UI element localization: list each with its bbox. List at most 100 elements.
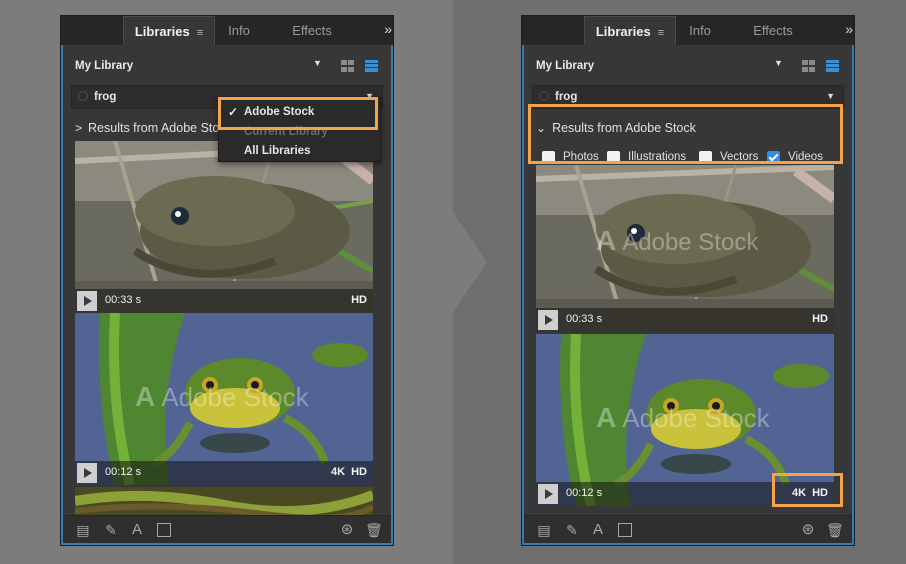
panel-body: My Library ▼ ▼ ⌄ Results from Adobe Stock…: [522, 45, 854, 545]
play-icon[interactable]: [77, 291, 97, 311]
section-title: Results from Adobe Stock: [552, 121, 696, 135]
library-icon[interactable]: ▤: [75, 522, 91, 538]
resolution-badge: 4K HD: [791, 487, 828, 499]
grid-view-icon[interactable]: [802, 60, 815, 72]
more-panels-icon[interactable]: »: [384, 16, 392, 45]
tab-libraries[interactable]: Libraries ≡: [123, 16, 215, 45]
video-duration: 00:12 s: [105, 466, 142, 478]
tab-label: Effects: [292, 23, 332, 38]
tab-info[interactable]: Info: [217, 16, 261, 45]
filter-label: Videos: [788, 151, 823, 163]
panel-footer: ▤ ✎ A ⊛ 🗑: [524, 515, 852, 543]
photos-checkbox[interactable]: [542, 151, 555, 164]
search-icon: [539, 91, 549, 101]
video-info-bar: 00:33 s HD: [536, 308, 834, 332]
video-duration: 00:12 s: [566, 487, 603, 499]
stock-video-thumbnail[interactable]: A Adobe Stock 00:12 s 4K HD: [75, 313, 373, 485]
video-info-bar: 00:33 s HD: [75, 289, 373, 313]
dropdown-item-all-libraries[interactable]: All Libraries: [219, 141, 380, 161]
adobe-stock-logo: A: [596, 402, 617, 433]
filter-label: Photos: [563, 151, 599, 163]
stock-video-thumbnail[interactable]: A Adobe Stock 00:33 s HD: [536, 165, 834, 332]
filter-label: Illustrations: [628, 151, 687, 163]
adobe-stock-watermark: A Adobe Stock: [596, 402, 770, 434]
adobe-stock-watermark: A Adobe Stock: [135, 381, 309, 413]
dropdown-label: Current Library: [244, 126, 328, 138]
section-header[interactable]: ⌄ Results from Adobe Stock: [536, 121, 696, 135]
tab-label: Info: [689, 23, 711, 38]
stock-video-thumbnail[interactable]: 00:33 s HD: [75, 141, 373, 313]
watermark-text: Adobe Stock: [622, 229, 759, 256]
tab-label: Libraries: [134, 24, 190, 39]
checkmark-icon: ✓: [228, 105, 239, 119]
tab-effects[interactable]: Effects: [287, 16, 337, 45]
brush-icon[interactable]: ✎: [103, 522, 119, 538]
play-icon[interactable]: [77, 463, 97, 483]
section-header[interactable]: > Results from Adobe Stock: [75, 121, 232, 135]
trash-icon[interactable]: 🗑: [365, 522, 383, 538]
dropdown-label: All Libraries: [244, 145, 311, 157]
stock-video-thumbnail[interactable]: [75, 487, 373, 515]
tab-info[interactable]: Info: [678, 16, 722, 45]
video-info-bar: 00:12 s 4K HD: [75, 461, 373, 485]
search-source-dropdown-icon[interactable]: ▼: [826, 91, 835, 101]
vectors-checkbox[interactable]: [699, 151, 712, 164]
panel-menu-icon[interactable]: ≡: [197, 19, 203, 48]
tab-label: Info: [228, 23, 250, 38]
library-icon[interactable]: ▤: [536, 522, 552, 538]
grid-view-icon[interactable]: [341, 60, 354, 72]
search-box: ▼: [532, 85, 844, 109]
frog-image: [75, 141, 373, 313]
libraries-panel-right: Libraries ≡ Info Effects » My Library ▼ ▼…: [521, 15, 855, 546]
play-icon[interactable]: [538, 484, 558, 504]
character-style-icon[interactable]: A: [129, 522, 145, 538]
search-source-dropdown: ✓ Adobe Stock Current Library All Librari…: [218, 97, 381, 162]
chevron-right-icon[interactable]: >: [75, 121, 82, 135]
dropdown-item-adobe-stock[interactable]: ✓ Adobe Stock: [219, 102, 380, 122]
play-icon[interactable]: [538, 310, 558, 330]
layer-style-icon[interactable]: [157, 523, 171, 537]
tab-libraries[interactable]: Libraries ≡: [584, 16, 676, 45]
chevron-down-icon[interactable]: ⌄: [536, 121, 546, 135]
adobe-stock-watermark: A Adobe Stock: [596, 225, 758, 257]
moss-image: [75, 487, 373, 515]
stock-video-thumbnail[interactable]: A Adobe Stock 00:12 s 4K HD: [536, 334, 834, 506]
panel-footer: ▤ ✎ A ⊛ 🗑: [63, 515, 391, 543]
brush-icon[interactable]: ✎: [564, 522, 580, 538]
panel-tabbar: Libraries ≡ Info Effects »: [522, 16, 854, 45]
filter-label: Vectors: [720, 151, 759, 163]
creative-cloud-icon[interactable]: ⊛: [339, 522, 355, 538]
search-icon: [78, 91, 88, 101]
illustrations-checkbox[interactable]: [607, 151, 620, 164]
adobe-stock-logo: A: [135, 381, 156, 412]
libraries-panel-left: Libraries≡ Info Effects » My Library ▼ ▼…: [60, 15, 394, 546]
list-view-icon[interactable]: [365, 60, 378, 72]
trash-icon[interactable]: 🗑: [826, 522, 844, 538]
chevron-down-icon[interactable]: ▼: [774, 58, 783, 68]
video-duration: 00:33 s: [105, 294, 142, 306]
resolution-badge: HD: [351, 294, 367, 306]
list-view-icon[interactable]: [826, 60, 839, 72]
resolution-badge: 4K HD: [330, 466, 367, 478]
section-title: Results from Adobe Stock: [88, 121, 232, 135]
search-input[interactable]: [555, 89, 755, 105]
library-select[interactable]: My Library: [536, 56, 594, 76]
video-duration: 00:33 s: [566, 313, 603, 325]
tab-label: Effects: [753, 23, 793, 38]
layer-style-icon[interactable]: [618, 523, 632, 537]
video-info-bar: 00:12 s 4K HD: [536, 482, 834, 506]
tab-effects[interactable]: Effects: [748, 16, 798, 45]
creative-cloud-icon[interactable]: ⊛: [800, 522, 816, 538]
chevron-down-icon[interactable]: ▼: [313, 58, 322, 68]
transition-arrow: [453, 212, 487, 312]
tab-label: Libraries: [595, 24, 651, 39]
resolution-badge: HD: [812, 313, 828, 325]
panel-menu-icon[interactable]: ≡: [658, 19, 664, 48]
more-panels-icon[interactable]: »: [845, 16, 853, 45]
character-style-icon[interactable]: A: [590, 522, 606, 538]
dropdown-item-current-library[interactable]: Current Library: [219, 122, 380, 142]
videos-checkbox[interactable]: [767, 151, 780, 164]
adobe-stock-logo: A: [596, 225, 617, 256]
watermark-text: Adobe Stock: [622, 403, 770, 433]
library-select[interactable]: My Library: [75, 56, 133, 76]
